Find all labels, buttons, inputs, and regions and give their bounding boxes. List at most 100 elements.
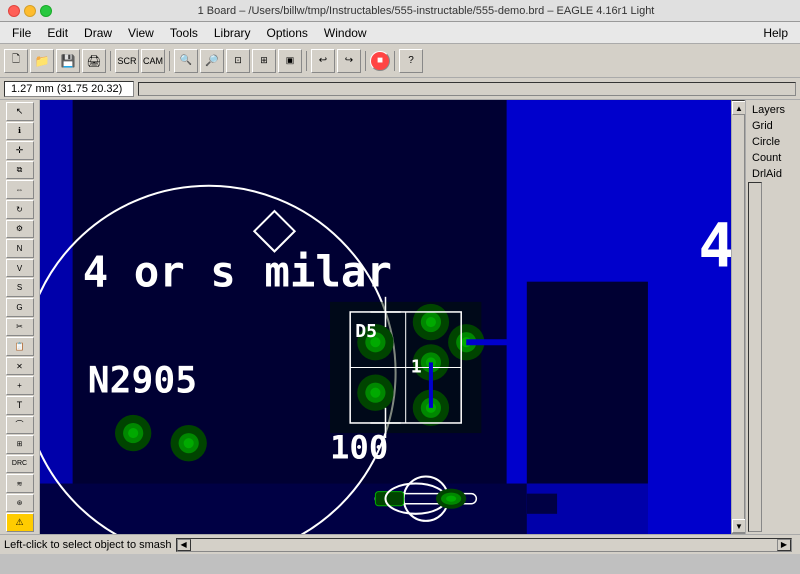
toolbar-zoom-board[interactable]: ▣ <box>278 49 302 73</box>
menu-view[interactable]: View <box>120 24 162 42</box>
tool-arc[interactable]: ⌒ <box>6 416 34 435</box>
toolbar-zoom-out[interactable]: 🔎 <box>200 49 224 73</box>
scroll-left-arrow[interactable]: ◀ <box>177 539 191 551</box>
zoom-out-icon: 🔎 <box>205 54 219 67</box>
print-icon: 🖨 <box>86 54 101 68</box>
tool-select[interactable]: ↖ <box>6 102 34 121</box>
svg-text:N2905: N2905 <box>88 359 197 402</box>
open-icon: 📁 <box>35 54 50 68</box>
coord-bar: 1.27 mm (31.75 20.32) <box>0 78 800 100</box>
zoom-in-icon: 🔍 <box>180 55 192 66</box>
toolbar-sep3 <box>306 51 307 71</box>
tool-group[interactable]: G <box>6 298 34 317</box>
toolbar-open[interactable]: 📁 <box>30 49 54 73</box>
svg-text:1: 1 <box>411 357 422 378</box>
menu-help[interactable]: Help <box>755 24 796 42</box>
toolbar-sep4 <box>365 51 366 71</box>
menu-edit[interactable]: Edit <box>39 24 76 42</box>
toolbar-sep5 <box>394 51 395 71</box>
toolbar-zoom-fit[interactable]: ⊡ <box>226 49 250 73</box>
svg-text:100: 100 <box>330 428 388 466</box>
tool-name[interactable]: N <box>6 239 34 258</box>
panel-count[interactable]: Count <box>748 150 798 166</box>
tool-move[interactable]: ✛ <box>6 141 34 160</box>
menu-window[interactable]: Window <box>316 24 375 42</box>
tool-rotate[interactable]: ↻ <box>6 200 34 219</box>
toolbar: 🗋 📁 💾 🖨 SCR CAM 🔍 🔎 ⊡ ⊞ ▣ ↩ ↪ ■ ? <box>0 44 800 78</box>
svg-text:milar: milar <box>264 248 392 297</box>
new-icon: 🗋 <box>12 52 20 69</box>
tool-drc[interactable]: DRC <box>6 455 34 474</box>
pcb-svg: 4 or s milar 4 <box>40 100 731 534</box>
tool-grid-display[interactable]: ⊞ <box>6 435 34 454</box>
toolbar-zoom-select[interactable]: ⊞ <box>252 49 276 73</box>
scroll-down-arrow[interactable]: ▼ <box>732 519 746 533</box>
pcb-canvas-area[interactable]: 4 or s milar 4 <box>40 100 731 534</box>
panel-grid[interactable]: Grid <box>748 118 798 134</box>
toolbar-help[interactable]: ? <box>399 49 423 73</box>
scroll-up-arrow[interactable]: ▲ <box>732 101 746 115</box>
tool-delete[interactable]: ✕ <box>6 357 34 376</box>
redo-icon: ↪ <box>345 55 353 66</box>
toolbar-sep2 <box>169 51 170 71</box>
maximize-button[interactable] <box>40 5 52 17</box>
stop-icon: ■ <box>377 55 383 66</box>
panel-layers[interactable]: Layers <box>748 102 798 118</box>
toolbar-save[interactable]: 💾 <box>56 49 80 73</box>
title-bar: 1 Board – /Users/billw/tmp/Instructables… <box>0 0 800 22</box>
window-controls[interactable] <box>8 5 52 17</box>
horizontal-scrollbar-top[interactable] <box>138 82 796 96</box>
toolbar-new[interactable]: 🗋 <box>4 49 28 73</box>
panel-circle[interactable]: Circle <box>748 134 798 150</box>
close-button[interactable] <box>8 5 20 17</box>
tool-cut[interactable]: ✂ <box>6 318 34 337</box>
vertical-scrollbar[interactable]: ▲ ▼ <box>731 100 745 534</box>
help-icon: ? <box>408 55 414 66</box>
scroll-right-arrow[interactable]: ▶ <box>777 539 791 551</box>
horizontal-scrollbar-bottom[interactable]: ◀ ▶ <box>176 538 792 552</box>
menu-file[interactable]: File <box>4 24 39 42</box>
minimize-button[interactable] <box>24 5 36 17</box>
toolbar-script[interactable]: SCR <box>115 49 139 73</box>
tool-value[interactable]: V <box>6 259 34 278</box>
menu-bar: File Edit Draw View Tools Library Option… <box>0 22 800 44</box>
status-text: Left-click to select object to smash <box>4 539 172 551</box>
canvas-wrapper: 4 or s milar 4 <box>40 100 745 534</box>
left-toolbar: ↖ ℹ ✛ ⧉ ⇔ ↻ ⚙ N V S G ✂ 📋 ✕ + T ⌒ ⊞ DRC … <box>0 100 40 534</box>
tool-autorouter[interactable]: ⊛ <box>6 494 34 513</box>
tool-copy[interactable]: ⧉ <box>6 161 34 180</box>
right-panel: Layers Grid Circle Count DrlAid <box>745 100 800 534</box>
toolbar-redo[interactable]: ↪ <box>337 49 361 73</box>
tool-change[interactable]: ⚙ <box>6 220 34 239</box>
tool-paste[interactable]: 📋 <box>6 337 34 356</box>
tool-smash[interactable]: S <box>6 278 34 297</box>
menu-tools[interactable]: Tools <box>162 24 206 42</box>
undo-icon: ↩ <box>319 55 327 66</box>
tool-ratsnest[interactable]: ≋ <box>6 474 34 493</box>
toolbar-cam[interactable]: CAM <box>141 49 165 73</box>
menu-library[interactable]: Library <box>206 24 259 42</box>
toolbar-sep1 <box>110 51 111 71</box>
menu-draw[interactable]: Draw <box>76 24 120 42</box>
bottom-bar: Left-click to select object to smash ◀ ▶ <box>0 534 800 554</box>
toolbar-print[interactable]: 🖨 <box>82 49 106 73</box>
svg-text:4: 4 <box>698 212 731 282</box>
canvas-and-scroll: 4 or s milar 4 <box>40 100 745 534</box>
tool-text[interactable]: T <box>6 396 34 415</box>
toolbar-stop[interactable]: ■ <box>370 51 390 71</box>
tool-info[interactable]: ℹ <box>6 122 34 141</box>
toolbar-undo[interactable]: ↩ <box>311 49 335 73</box>
tool-add[interactable]: + <box>6 376 34 395</box>
svg-text:4 or s: 4 or s <box>83 248 236 297</box>
main-area: 1.27 mm (31.75 20.32) ↖ ℹ ✛ ⧉ ⇔ ↻ ⚙ N V … <box>0 78 800 554</box>
scroll-track-vertical[interactable] <box>732 115 744 519</box>
right-scrollbar[interactable] <box>748 182 762 532</box>
toolbar-zoom-in[interactable]: 🔍 <box>174 49 198 73</box>
svg-text:D5: D5 <box>355 321 377 342</box>
window-title: 1 Board – /Users/billw/tmp/Instructables… <box>60 5 792 17</box>
save-icon: 💾 <box>61 54 76 68</box>
menu-options[interactable]: Options <box>259 24 316 42</box>
tool-warning[interactable]: ⚠ <box>6 513 34 532</box>
tool-mirror[interactable]: ⇔ <box>6 180 34 199</box>
panel-drlaid[interactable]: DrlAid <box>748 166 798 182</box>
